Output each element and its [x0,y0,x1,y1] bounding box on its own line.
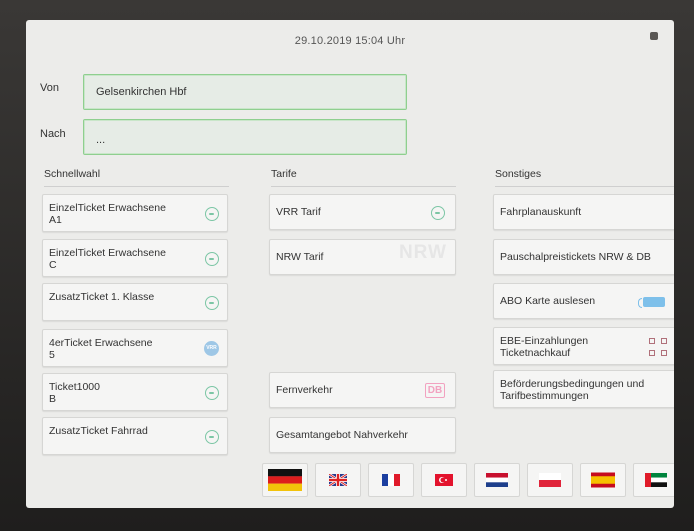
turkish-flag-icon [435,474,453,486]
button-label: 4erTicket Erwachsene 5 [49,337,153,361]
language-english-button[interactable] [315,463,361,497]
datetime-display: 29.10.2019 15:04 Uhr [294,35,406,47]
button-label: EinzelTicket Erwachsene C [49,247,166,271]
ticket-machine-screen: 29.10.2019 15:04 Uhr Von Gelsenkirchen H… [26,20,674,508]
to-label: Nach [40,128,66,140]
tarif-vrr-button[interactable]: VRR Tarif [269,194,456,230]
uae-flag-icon [645,473,667,487]
button-label: Pauschalpreistickets NRW & DB [500,251,651,263]
button-label: ZusatzTicket Fahrrad [49,425,148,437]
circle-icon [431,206,445,220]
polish-flag-icon [539,473,561,487]
circle-icon [205,296,219,310]
fernverkehr-button[interactable]: Fernverkehr DB [269,372,456,408]
dutch-flag-icon [486,473,508,487]
qr-code-icon [649,338,667,356]
schnellwahl-zusatzticket-1klasse-button[interactable]: ZusatzTicket 1. Klasse [42,283,228,321]
schnellwahl-ticket1000-button[interactable]: Ticket1000 B [42,373,228,411]
button-label: VRR Tarif [276,206,321,218]
language-french-button[interactable] [368,463,414,497]
schnellwahl-header: Schnellwahl [44,168,229,187]
schnellwahl-4erticket-button[interactable]: 4erTicket Erwachsene 5 VRR [42,329,228,367]
language-turkish-button[interactable] [421,463,467,497]
spanish-flag-icon [591,472,615,488]
schnellwahl-einzelticket-c-button[interactable]: EinzelTicket Erwachsene C [42,239,228,277]
ebe-einzahlungen-button[interactable]: EBE-Einzahlungen Ticketnachkauf [493,327,674,365]
fahrplanauskunft-button[interactable]: Fahrplanauskunft [493,194,674,230]
from-label: Von [40,82,59,94]
db-logo-icon: DB [425,383,445,398]
button-label: EinzelTicket Erwachsene A1 [49,202,166,226]
nrw-logo-icon: NRW [398,242,447,263]
pauschalpreistickets-button[interactable]: Pauschalpreistickets NRW & DB [493,239,674,275]
circle-icon [205,430,219,444]
button-label: NRW Tarif [276,251,324,263]
gesamtangebot-nahverkehr-button[interactable]: Gesamtangebot Nahverkehr [269,417,456,453]
abo-karte-auslesen-button[interactable]: ABO Karte auslesen [493,283,674,319]
button-label: ZusatzTicket 1. Klasse [49,291,155,303]
tarife-header: Tarife [271,168,456,187]
card-reader-icon [638,297,665,308]
language-german-button[interactable] [262,463,308,497]
sonstiges-header: Sonstiges [495,168,674,187]
language-dutch-button[interactable] [474,463,520,497]
befoerderungsbedingungen-button[interactable]: Beförderungsbedingungen und Tarifbestimm… [493,370,674,408]
button-label: ABO Karte auslesen [500,295,596,307]
from-field[interactable]: Gelsenkirchen Hbf [83,74,407,110]
language-arabic-button[interactable] [633,463,674,497]
button-label: Beförderungsbedingungen und Tarifbestimm… [500,378,645,402]
language-polish-button[interactable] [527,463,573,497]
language-spanish-button[interactable] [580,463,626,497]
schnellwahl-zusatzticket-fahrrad-button[interactable]: ZusatzTicket Fahrrad [42,417,228,455]
uk-flag-icon [329,474,347,486]
schnellwahl-einzelticket-a1-button[interactable]: EinzelTicket Erwachsene A1 [42,194,228,232]
button-label: Gesamtangebot Nahverkehr [276,429,408,441]
vrr-icon: VRR [204,341,219,356]
circle-icon [205,386,219,400]
tarif-nrw-button[interactable]: NRW Tarif NRW [269,239,456,275]
button-label: EBE-Einzahlungen Ticketnachkauf [500,335,589,359]
german-flag-icon [268,469,302,491]
circle-icon [205,207,219,221]
button-label: Fahrplanauskunft [500,206,582,218]
button-label: Fernverkehr [276,384,333,396]
to-field[interactable]: ... [83,119,407,155]
circle-icon [205,252,219,266]
button-label: Ticket1000 B [49,381,100,405]
french-flag-icon [382,474,400,486]
